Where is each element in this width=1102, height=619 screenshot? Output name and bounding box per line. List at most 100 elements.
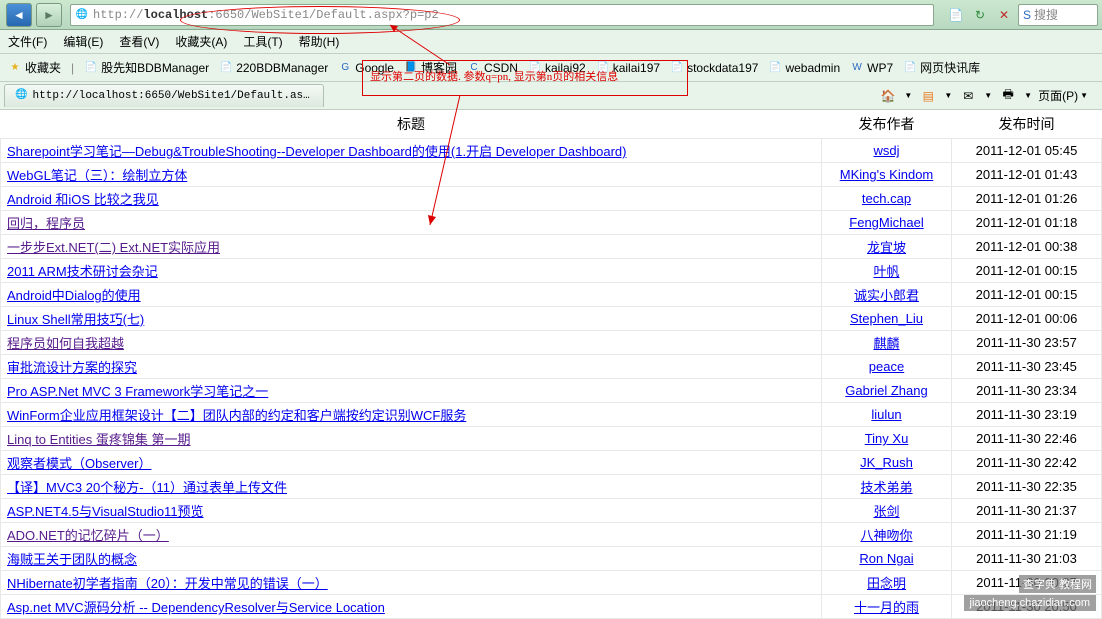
author-link[interactable]: 十一月的雨 — [854, 600, 919, 615]
search-box[interactable]: S 搜搜 — [1018, 4, 1098, 26]
bookmark-label: 博客园 — [421, 59, 457, 76]
data-table: 标题 发布作者 发布时间 Sharepoint学习笔记—Debug&Troubl… — [0, 110, 1102, 619]
title-link[interactable]: WebGL笔记（三）：绘制立方体 — [7, 168, 187, 183]
author-link[interactable]: liulun — [871, 407, 901, 422]
bookmark-item[interactable]: CCSDN — [467, 59, 518, 76]
title-link[interactable]: Linux Shell常用技巧(七) — [7, 312, 144, 327]
favorites-label[interactable]: ★ 收藏夹 — [8, 59, 61, 76]
bookmark-item[interactable]: 📄kailai197 — [596, 59, 660, 76]
active-tab[interactable]: 🌐 http://localhost:6650/WebSite1/Default… — [4, 84, 324, 107]
title-link[interactable]: 审批流设计方案的探究 — [7, 360, 137, 375]
author-link[interactable]: Stephen_Liu — [850, 311, 923, 326]
title-link[interactable]: 海贼王关于团队的概念 — [7, 552, 137, 567]
bookmark-label: kailai197 — [613, 61, 660, 75]
title-link[interactable]: Android 和iOS 比较之我见 — [7, 192, 159, 207]
author-link[interactable]: 麒麟 — [873, 336, 899, 351]
dropdown-icon[interactable]: ▼ — [1024, 91, 1032, 100]
title-link[interactable]: 【译】MVC3 20个秘方-（11）通过表单上传文件 — [7, 480, 287, 495]
title-link[interactable]: ASP.NET4.5与VisualStudio11预览 — [7, 504, 204, 519]
table-row: Android中Dialog的使用诚实小郎君2011-12-01 00:15 — [1, 283, 1102, 307]
cell-date: 2011-11-30 21:37 — [952, 499, 1102, 523]
bookmark-item[interactable]: 📄stockdata197 — [670, 59, 758, 76]
back-button[interactable]: ◄ — [6, 3, 32, 27]
mail-icon[interactable]: ✉ — [958, 86, 978, 106]
bookmark-item[interactable]: 📄webadmin — [768, 59, 840, 76]
title-link[interactable]: 2011 ARM技术研讨会杂记 — [7, 264, 158, 279]
title-link[interactable]: Asp.net MVC源码分析 -- DependencyResolver与Se… — [7, 600, 385, 615]
cell-date: 2011-11-30 23:34 — [952, 379, 1102, 403]
title-link[interactable]: Sharepoint学习笔记—Debug&TroubleShooting--De… — [7, 144, 626, 159]
author-link[interactable]: MKing's Kindom — [840, 167, 934, 182]
title-link[interactable]: 观察者模式（Observer） — [7, 456, 151, 471]
dropdown-icon[interactable]: ▼ — [904, 91, 912, 100]
print-icon[interactable]: 🖶 — [998, 86, 1018, 106]
bookmark-icon: 📘 — [404, 61, 418, 75]
feed-icon[interactable]: ▤ — [918, 86, 938, 106]
bookmark-item[interactable]: GGoogle — [338, 59, 394, 76]
author-link[interactable]: 田念明 — [867, 576, 906, 591]
title-link[interactable]: 程序员如何自我超越 — [7, 336, 124, 351]
title-link[interactable]: 回归，程序员 — [7, 216, 85, 231]
menu-help[interactable]: 帮助(H) — [299, 33, 340, 50]
cell-author: liulun — [822, 403, 952, 427]
home-icon[interactable]: 🏠 — [878, 86, 898, 106]
stop-icon[interactable]: ✕ — [994, 5, 1014, 25]
search-placeholder: 搜搜 — [1034, 6, 1058, 23]
author-link[interactable]: FengMichael — [849, 215, 923, 230]
menu-view[interactable]: 查看(V) — [119, 33, 159, 50]
bookmark-label: 股先知BDBManager — [101, 59, 209, 76]
author-link[interactable]: Tiny Xu — [865, 431, 909, 446]
cell-title: 观察者模式（Observer） — [1, 451, 822, 475]
cell-title: WebGL笔记（三）：绘制立方体 — [1, 163, 822, 187]
page-menu[interactable]: 页面(P)▼ — [1038, 87, 1088, 104]
dropdown-icon[interactable]: ▼ — [944, 91, 952, 100]
title-link[interactable]: WinForm企业应用框架设计【二】团队内部的约定和客户端按约定识别WCF服务 — [7, 408, 466, 423]
bookmark-item[interactable]: 📄网页快讯库 — [903, 59, 980, 76]
table-row: WebGL笔记（三）：绘制立方体 MKing's Kindom 2011-12-01… — [1, 163, 1102, 187]
author-link[interactable]: 诚实小郎君 — [854, 288, 919, 303]
cell-title: 回归，程序员 — [1, 211, 822, 235]
cell-author: tech.cap — [822, 187, 952, 211]
bookmark-item[interactable]: 📄kailai92 — [528, 59, 586, 76]
bookmark-item[interactable]: WWP7 — [850, 59, 893, 76]
author-link[interactable]: 技术弟弟 — [860, 480, 912, 495]
bookmark-icon: W — [850, 61, 864, 75]
menu-file[interactable]: 文件(F) — [8, 33, 47, 50]
cell-date: 2011-12-01 01:43 — [952, 163, 1102, 187]
bookmark-item[interactable]: 📄股先知BDBManager — [84, 59, 209, 76]
cell-title: Linq to Entities 蛋疼锦集 第一期 — [1, 427, 822, 451]
compat-icon[interactable]: 📄 — [946, 5, 966, 25]
address-bar[interactable]: 🌐 http://localhost:6650/WebSite1/Default… — [70, 4, 934, 26]
author-link[interactable]: Ron Ngai — [859, 551, 913, 566]
navigation-bar: ◄ ► 🌐 http://localhost:6650/WebSite1/Def… — [0, 0, 1102, 30]
author-link[interactable]: 叶帆 — [873, 264, 899, 279]
title-link[interactable]: ADO.NET的记忆碎片（一） — [7, 528, 169, 543]
forward-button[interactable]: ► — [36, 3, 62, 27]
url-text: http://localhost:6650/WebSite1/Default.a… — [93, 8, 439, 22]
author-link[interactable]: wsdj — [873, 143, 899, 158]
bookmark-item[interactable]: 📄220BDBManager — [219, 59, 328, 76]
author-link[interactable]: peace — [869, 359, 904, 374]
title-link[interactable]: NHibernate初学者指南（20）：开发中常见的错误（一） — [7, 576, 328, 591]
bookmark-item[interactable]: 📘博客园 — [404, 59, 457, 76]
author-link[interactable]: tech.cap — [862, 191, 911, 206]
cell-title: 2011 ARM技术研讨会杂记 — [1, 259, 822, 283]
bookmark-label: Google — [355, 61, 394, 75]
author-link[interactable]: 八神吻你 — [860, 528, 912, 543]
title-link[interactable]: 一步步Ext.NET(二) Ext.NET实际应用 — [7, 240, 220, 255]
menu-favorites[interactable]: 收藏夹(A) — [175, 33, 227, 50]
cell-date: 2011-11-30 21:19 — [952, 523, 1102, 547]
dropdown-icon[interactable]: ▼ — [984, 91, 992, 100]
menu-tools[interactable]: 工具(T) — [243, 33, 282, 50]
cell-author: Stephen_Liu — [822, 307, 952, 331]
title-link[interactable]: Linq to Entities 蛋疼锦集 第一期 — [7, 432, 191, 447]
author-link[interactable]: JK_Rush — [860, 455, 913, 470]
author-link[interactable]: 龙宜坡 — [867, 240, 906, 255]
title-link[interactable]: Android中Dialog的使用 — [7, 288, 141, 303]
title-link[interactable]: Pro ASP.Net MVC 3 Framework学习笔记之一 — [7, 384, 268, 399]
refresh-icon[interactable]: ↻ — [970, 5, 990, 25]
toolbar-icons: 📄 ↻ ✕ — [946, 5, 1014, 25]
author-link[interactable]: Gabriel Zhang — [845, 383, 927, 398]
menu-edit[interactable]: 编辑(E) — [63, 33, 103, 50]
author-link[interactable]: 张剑 — [873, 504, 899, 519]
